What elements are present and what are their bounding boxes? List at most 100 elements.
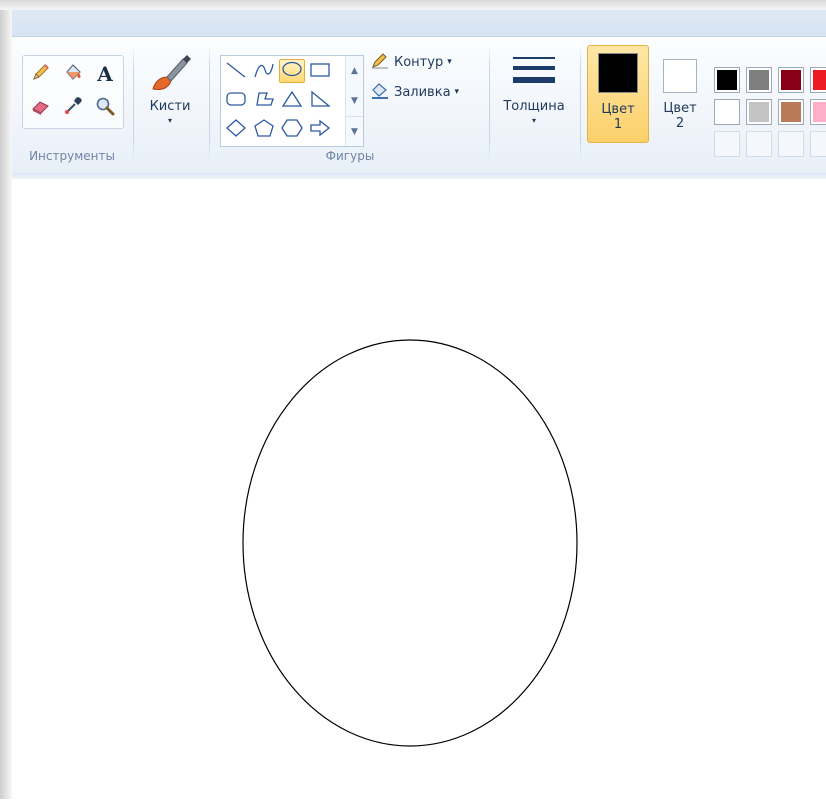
tools-group-label: Инструменты (29, 149, 115, 163)
palette-color-fill (749, 70, 769, 90)
color-picker-tool[interactable] (59, 94, 87, 122)
color1-number: 1 (613, 117, 623, 132)
polygon-shape-icon (253, 90, 275, 112)
fill-caret: ▾ (454, 87, 460, 97)
tools-grid: A (22, 55, 124, 129)
shape-curve[interactable] (251, 60, 277, 84)
outline-label: Контур (394, 54, 444, 70)
eraser-icon (30, 95, 52, 121)
color1-swatch (598, 53, 638, 93)
drawing-canvas[interactable] (12, 180, 826, 799)
color1-label: Цвет (601, 102, 635, 117)
ribbon-separator (489, 45, 490, 163)
shape-rectangle[interactable] (307, 60, 333, 84)
outline-pencil-icon (370, 51, 390, 73)
title-bar (12, 10, 826, 36)
palette-custom-slot[interactable] (778, 131, 804, 157)
window-shadow-top (0, 0, 826, 10)
shapes-scroll-down[interactable]: ▼ (346, 86, 363, 116)
shape-rounded-rectangle[interactable] (223, 89, 249, 113)
color2-swatch (663, 59, 697, 93)
brushes-label: Кисти (149, 99, 191, 114)
shape-diamond[interactable] (223, 118, 249, 142)
eraser-tool[interactable] (27, 94, 55, 122)
fill-bucket-small-icon (370, 81, 390, 103)
canvas-drawing-surface (242, 339, 578, 747)
fill-tool[interactable] (59, 60, 87, 88)
ribbon-separator (580, 45, 581, 163)
outline-caret: ▾ (447, 57, 452, 67)
oval-shape-icon (281, 60, 303, 82)
brushes-button[interactable]: Кисти ▾ (140, 51, 200, 125)
shape-triangle[interactable] (279, 89, 305, 113)
palette-color-fill (781, 102, 801, 122)
text-tool[interactable]: A (91, 60, 119, 88)
palette-color-swatch[interactable] (714, 99, 740, 125)
color-picker-icon (62, 95, 84, 121)
shape-oval[interactable] (279, 59, 305, 83)
fill-dropdown[interactable]: Заливка ▾ (370, 81, 459, 103)
right-triangle-shape-icon (309, 90, 331, 112)
color1-button[interactable]: Цвет 1 (587, 45, 649, 143)
shapes-scroll-up[interactable]: ▲ (346, 56, 363, 86)
palette-color-swatch[interactable] (778, 67, 804, 93)
shapes-gallery-expand[interactable]: ▼ (346, 116, 363, 147)
outline-dropdown[interactable]: Контур ▾ (370, 51, 452, 73)
right-arrow-shape-icon (309, 119, 331, 141)
palette-color-swatch[interactable] (810, 99, 826, 125)
shapes-group-label: Фигуры (325, 149, 375, 163)
line-shape-icon (225, 61, 247, 83)
shape-hexagon[interactable] (279, 118, 305, 142)
drawn-ellipse (242, 339, 578, 747)
color2-button[interactable]: Цвет 2 (654, 45, 706, 141)
line-thickness-icon (511, 51, 557, 99)
shapes-gallery: ▲ ▼ ▼ (220, 55, 364, 147)
shape-right-triangle[interactable] (307, 89, 333, 113)
triangle-shape-icon (281, 90, 303, 112)
paint-window: A Инструменты Кисти ▾ ▲ ▼ ▼ Контур ▾ Зал… (12, 10, 826, 799)
palette-color-fill (781, 70, 801, 90)
palette-color-swatch[interactable] (778, 99, 804, 125)
ribbon-separator (133, 45, 134, 163)
shape-pentagon[interactable] (251, 118, 277, 142)
text-icon: A (97, 62, 113, 86)
shape-line[interactable] (223, 60, 249, 84)
hexagon-shape-icon (281, 119, 303, 141)
palette-custom-slot[interactable] (746, 131, 772, 157)
palette-custom-slot[interactable] (714, 131, 740, 157)
size-dropdown-caret: ▾ (531, 116, 536, 125)
curve-shape-icon (253, 61, 275, 83)
magnifier-tool[interactable] (91, 94, 119, 122)
palette-color-swatch[interactable] (714, 67, 740, 93)
rectangle-shape-icon (309, 61, 331, 83)
window-shadow-left (0, 0, 12, 799)
palette-color-fill (717, 102, 737, 122)
palette-custom-slot[interactable] (810, 131, 826, 157)
ribbon-separator (209, 45, 210, 163)
palette-color-swatch[interactable] (746, 99, 772, 125)
fill-bucket-icon (62, 61, 84, 87)
ribbon: A Инструменты Кисти ▾ ▲ ▼ ▼ Контур ▾ Зал… (12, 36, 826, 174)
diamond-shape-icon (225, 119, 247, 141)
ribbon-bottom-band (12, 173, 826, 179)
rounded-rectangle-shape-icon (225, 90, 247, 112)
pencil-tool[interactable] (27, 60, 55, 88)
color2-label: Цвет (663, 101, 697, 116)
shape-right-arrow[interactable] (307, 118, 333, 142)
brush-icon (147, 51, 193, 99)
palette-color-swatch[interactable] (810, 67, 826, 93)
size-button[interactable]: Толщина ▾ (496, 51, 572, 125)
shape-polygon[interactable] (251, 89, 277, 113)
palette-color-fill (813, 102, 826, 122)
palette-color-fill (717, 70, 737, 90)
brushes-dropdown-caret: ▾ (167, 116, 172, 125)
pencil-icon (30, 61, 52, 87)
palette-color-swatch[interactable] (746, 67, 772, 93)
pentagon-shape-icon (253, 119, 275, 141)
color2-number: 2 (675, 116, 685, 131)
palette-color-fill (813, 70, 826, 90)
shapes-scrollbar: ▲ ▼ ▼ (345, 56, 363, 146)
palette-color-fill (749, 102, 769, 122)
size-label: Толщина (503, 99, 565, 114)
magnifier-icon (94, 95, 116, 121)
